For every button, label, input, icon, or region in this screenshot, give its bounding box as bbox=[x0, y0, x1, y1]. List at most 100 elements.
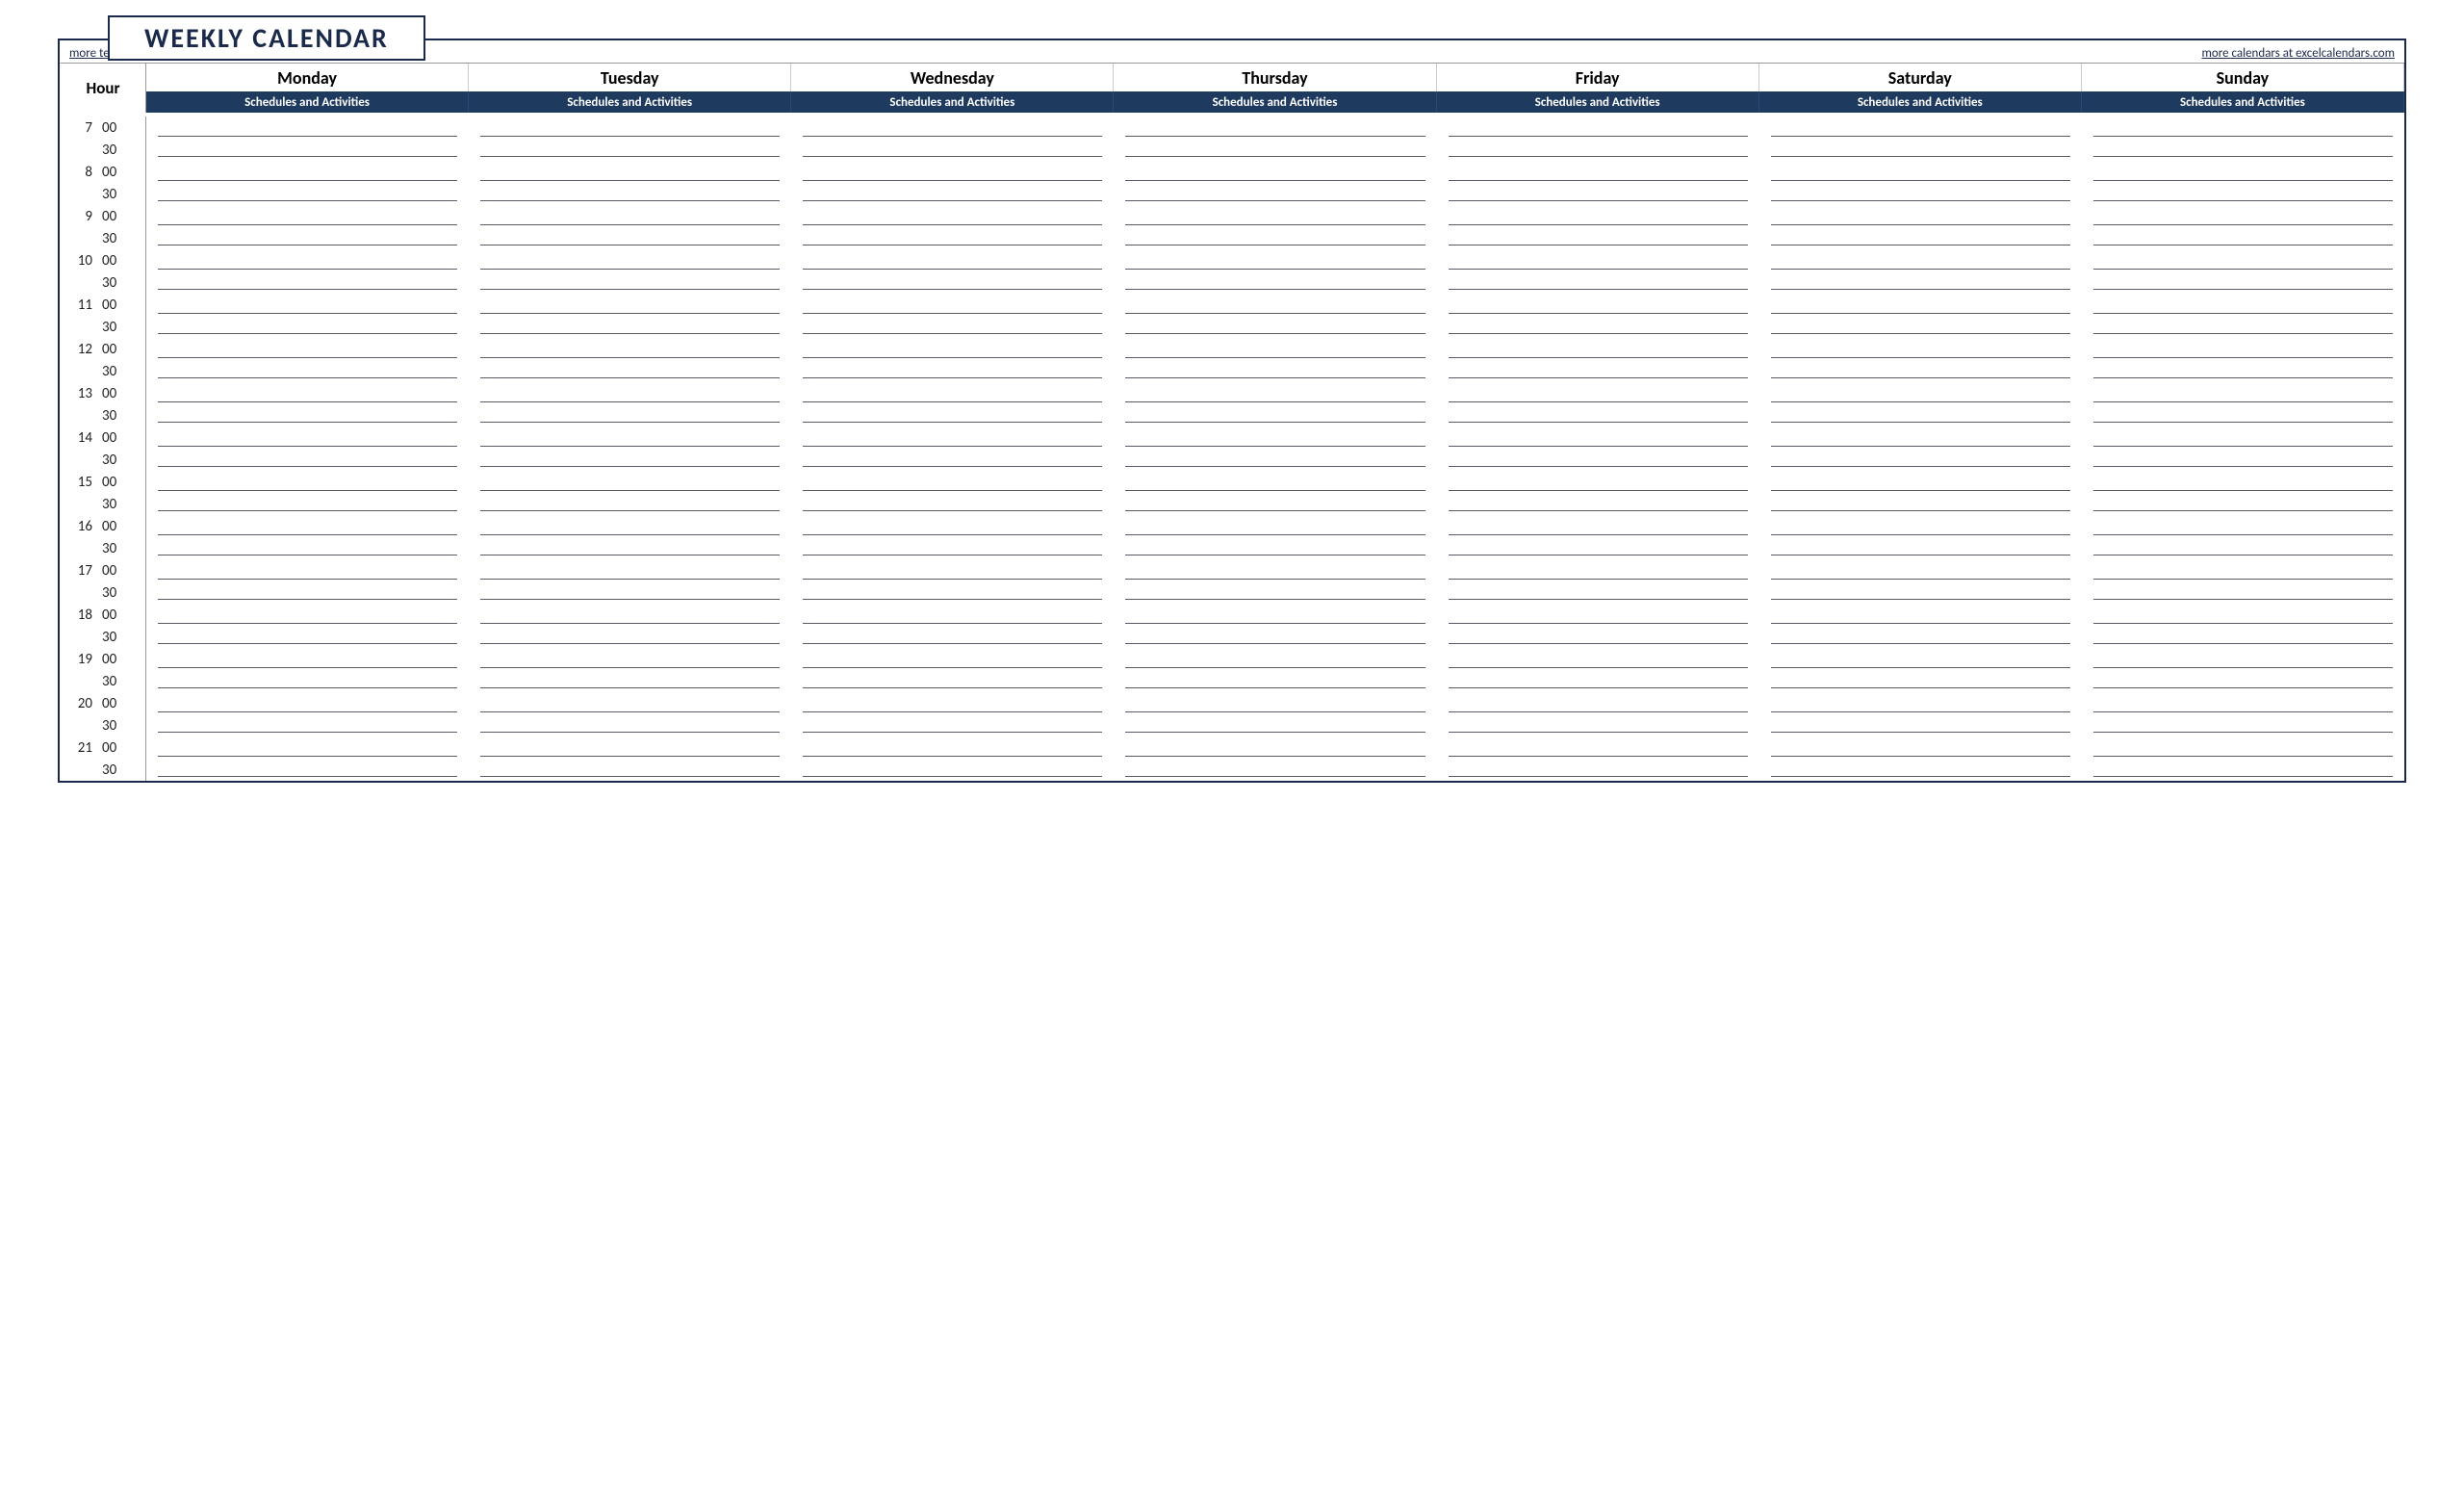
schedule-slot[interactable] bbox=[1437, 205, 1759, 249]
schedule-slot[interactable] bbox=[1114, 471, 1436, 515]
schedule-slot[interactable] bbox=[2082, 338, 2404, 382]
schedule-slot[interactable] bbox=[469, 426, 791, 471]
schedule-slot[interactable] bbox=[1437, 116, 1759, 161]
schedule-slot[interactable] bbox=[791, 692, 1114, 736]
schedule-slot[interactable] bbox=[791, 471, 1114, 515]
schedule-slot[interactable] bbox=[791, 648, 1114, 692]
schedule-slot[interactable] bbox=[1114, 515, 1436, 559]
schedule-slot[interactable] bbox=[791, 426, 1114, 471]
schedule-slot[interactable] bbox=[1114, 648, 1436, 692]
schedule-slot[interactable] bbox=[2082, 604, 2404, 648]
schedule-slot[interactable] bbox=[1437, 515, 1759, 559]
schedule-slot[interactable] bbox=[146, 692, 469, 736]
schedule-slot[interactable] bbox=[469, 294, 791, 338]
schedule-slot[interactable] bbox=[1437, 471, 1759, 515]
schedule-slot[interactable] bbox=[146, 604, 469, 648]
schedule-slot[interactable] bbox=[1114, 116, 1436, 161]
schedule-slot[interactable] bbox=[146, 736, 469, 781]
schedule-slot[interactable] bbox=[1114, 338, 1436, 382]
schedule-slot[interactable] bbox=[1114, 161, 1436, 205]
schedule-slot[interactable] bbox=[469, 648, 791, 692]
schedule-slot[interactable] bbox=[1114, 294, 1436, 338]
schedule-slot[interactable] bbox=[146, 294, 469, 338]
schedule-slot[interactable] bbox=[2082, 471, 2404, 515]
schedule-slot[interactable] bbox=[1114, 736, 1436, 781]
schedule-slot[interactable] bbox=[469, 471, 791, 515]
schedule-slot[interactable] bbox=[1114, 426, 1436, 471]
schedule-slot[interactable] bbox=[1759, 604, 2082, 648]
schedule-slot[interactable] bbox=[791, 338, 1114, 382]
schedule-slot[interactable] bbox=[2082, 559, 2404, 604]
schedule-slot[interactable] bbox=[1437, 338, 1759, 382]
schedule-slot[interactable] bbox=[791, 559, 1114, 604]
schedule-slot[interactable] bbox=[469, 161, 791, 205]
schedule-slot[interactable] bbox=[2082, 736, 2404, 781]
schedule-slot[interactable] bbox=[1114, 205, 1436, 249]
schedule-slot[interactable] bbox=[469, 559, 791, 604]
schedule-slot[interactable] bbox=[1437, 604, 1759, 648]
schedule-slot[interactable] bbox=[1437, 736, 1759, 781]
schedule-slot[interactable] bbox=[2082, 249, 2404, 294]
schedule-slot[interactable] bbox=[2082, 294, 2404, 338]
schedule-slot[interactable] bbox=[1759, 471, 2082, 515]
schedule-slot[interactable] bbox=[146, 471, 469, 515]
schedule-slot[interactable] bbox=[1759, 515, 2082, 559]
schedule-slot[interactable] bbox=[146, 338, 469, 382]
schedule-slot[interactable] bbox=[1759, 338, 2082, 382]
schedule-slot[interactable] bbox=[1437, 648, 1759, 692]
schedule-slot[interactable] bbox=[469, 515, 791, 559]
schedule-slot[interactable] bbox=[1114, 604, 1436, 648]
schedule-slot[interactable] bbox=[1437, 559, 1759, 604]
schedule-slot[interactable] bbox=[1759, 382, 2082, 426]
schedule-slot[interactable] bbox=[1759, 559, 2082, 604]
schedule-slot[interactable] bbox=[791, 161, 1114, 205]
schedule-slot[interactable] bbox=[469, 205, 791, 249]
schedule-slot[interactable] bbox=[1114, 382, 1436, 426]
schedule-slot[interactable] bbox=[1759, 692, 2082, 736]
schedule-slot[interactable] bbox=[146, 515, 469, 559]
schedule-slot[interactable] bbox=[1437, 161, 1759, 205]
schedule-slot[interactable] bbox=[791, 116, 1114, 161]
schedule-slot[interactable] bbox=[1437, 426, 1759, 471]
schedule-slot[interactable] bbox=[791, 515, 1114, 559]
schedule-slot[interactable] bbox=[1437, 692, 1759, 736]
schedule-slot[interactable] bbox=[1114, 692, 1436, 736]
schedule-slot[interactable] bbox=[1759, 426, 2082, 471]
schedule-slot[interactable] bbox=[1759, 161, 2082, 205]
schedule-slot[interactable] bbox=[2082, 648, 2404, 692]
schedule-slot[interactable] bbox=[2082, 116, 2404, 161]
schedule-slot[interactable] bbox=[2082, 426, 2404, 471]
schedule-slot[interactable] bbox=[469, 692, 791, 736]
schedule-slot[interactable] bbox=[791, 604, 1114, 648]
schedule-slot[interactable] bbox=[469, 736, 791, 781]
schedule-slot[interactable] bbox=[146, 205, 469, 249]
schedule-slot[interactable] bbox=[469, 249, 791, 294]
schedule-slot[interactable] bbox=[2082, 382, 2404, 426]
schedule-slot[interactable] bbox=[146, 249, 469, 294]
schedule-slot[interactable] bbox=[1759, 205, 2082, 249]
schedule-slot[interactable] bbox=[146, 161, 469, 205]
schedule-slot[interactable] bbox=[791, 294, 1114, 338]
schedule-slot[interactable] bbox=[2082, 205, 2404, 249]
schedule-slot[interactable] bbox=[791, 736, 1114, 781]
schedule-slot[interactable] bbox=[1437, 382, 1759, 426]
schedule-slot[interactable] bbox=[1114, 559, 1436, 604]
schedule-slot[interactable] bbox=[469, 116, 791, 161]
schedule-slot[interactable] bbox=[1437, 294, 1759, 338]
schedule-slot[interactable] bbox=[1114, 249, 1436, 294]
schedule-slot[interactable] bbox=[469, 382, 791, 426]
link-calendars[interactable]: more calendars at excelcalendars.com bbox=[2201, 46, 2395, 61]
schedule-slot[interactable] bbox=[146, 426, 469, 471]
schedule-slot[interactable] bbox=[1759, 736, 2082, 781]
schedule-slot[interactable] bbox=[791, 249, 1114, 294]
schedule-slot[interactable] bbox=[146, 559, 469, 604]
schedule-slot[interactable] bbox=[2082, 161, 2404, 205]
schedule-slot[interactable] bbox=[1759, 249, 2082, 294]
schedule-slot[interactable] bbox=[2082, 692, 2404, 736]
schedule-slot[interactable] bbox=[1759, 648, 2082, 692]
schedule-slot[interactable] bbox=[791, 205, 1114, 249]
schedule-slot[interactable] bbox=[2082, 515, 2404, 559]
schedule-slot[interactable] bbox=[791, 382, 1114, 426]
schedule-slot[interactable] bbox=[1759, 116, 2082, 161]
schedule-slot[interactable] bbox=[146, 116, 469, 161]
